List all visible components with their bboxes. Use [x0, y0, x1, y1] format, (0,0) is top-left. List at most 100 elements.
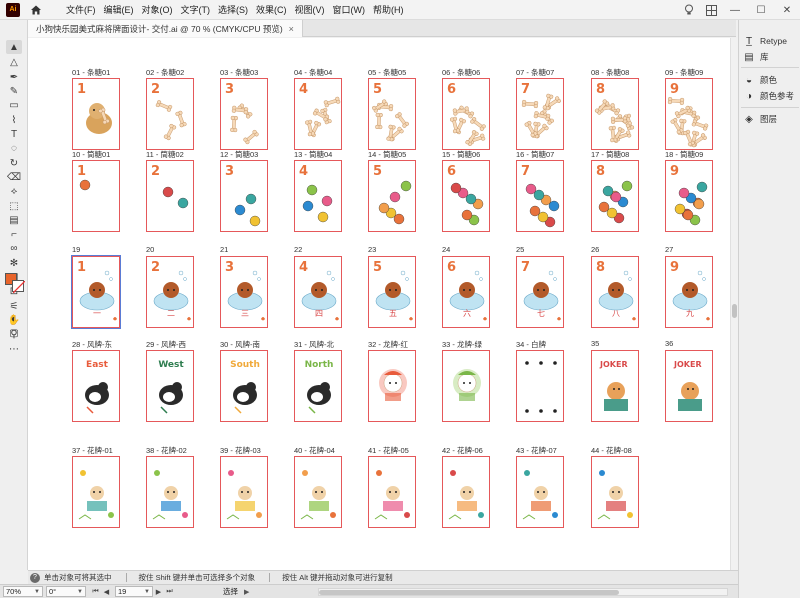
minimize-button[interactable]: — [722, 0, 748, 20]
mahjong-tile-artboard[interactable]: 7 [516, 160, 564, 232]
artboard-label[interactable]: 34 - 白牌 [516, 339, 546, 350]
mahjong-tile-artboard[interactable]: 九9 [665, 256, 713, 328]
mahjong-tile-artboard[interactable]: East [72, 350, 120, 422]
mahjong-tile-artboard[interactable]: 三3 [220, 256, 268, 328]
selection-tool-icon[interactable]: ▲ [6, 40, 22, 54]
menu-item[interactable]: 文字(T) [177, 0, 215, 20]
mahjong-tile-artboard[interactable]: North [294, 350, 342, 422]
edit-toolbar-icon[interactable]: ⋯ [6, 342, 22, 356]
mahjong-tile-artboard[interactable] [442, 456, 490, 528]
artboard-label[interactable]: 05 - 条糖05 [368, 67, 406, 78]
artboard-label[interactable]: 19 [72, 245, 80, 254]
artboard-label[interactable]: 14 - 筒糖05 [368, 149, 406, 160]
mahjong-tile-artboard[interactable]: 3 [220, 160, 268, 232]
mahjong-tile-artboard[interactable] [516, 456, 564, 528]
home-icon[interactable] [28, 2, 44, 18]
mahjong-tile-artboard[interactable]: 五5 [368, 256, 416, 328]
panel-color[interactable]: ◒ 颜色 [743, 74, 777, 86]
eyedropper-icon[interactable]: ⌐ [6, 227, 22, 241]
mahjong-tile-artboard[interactable]: 9 [665, 78, 713, 150]
blend-tool-icon[interactable]: ∞ [6, 241, 22, 255]
mahjong-tile-artboard[interactable]: 一1 [72, 256, 120, 328]
lightbulb-icon[interactable] [678, 0, 700, 20]
stroke-swatch[interactable] [12, 280, 25, 293]
artboard-label[interactable]: 25 [516, 245, 524, 254]
close-tab-icon[interactable]: × [289, 24, 294, 34]
artboard-label[interactable]: 16 - 筒糖07 [516, 149, 554, 160]
horizontal-scrollbar[interactable] [318, 588, 728, 596]
lasso-icon[interactable]: ◌ [6, 141, 22, 155]
gradient-tool-icon[interactable]: ▤ [6, 213, 22, 227]
artboard-label[interactable]: 31 - 风牌-北 [294, 339, 334, 350]
symbol-sprayer-icon[interactable]: ✻ [6, 256, 22, 270]
mahjong-tile-artboard[interactable]: JOKER [665, 350, 713, 422]
rotate-tool-icon[interactable]: ↻ [6, 156, 22, 170]
artboard-label[interactable]: 28 - 风牌-东 [72, 339, 112, 350]
menu-item[interactable]: 对象(O) [138, 0, 177, 20]
artboard-label[interactable]: 27 [665, 245, 673, 254]
artboard-label[interactable]: 11 - 筒糖02 [146, 149, 184, 160]
mahjong-tile-artboard[interactable]: 8 [591, 78, 639, 150]
artboard-label[interactable]: 18 - 筒糖09 [665, 149, 703, 160]
artboard-label[interactable]: 04 - 条糖04 [294, 67, 332, 78]
artboard-label[interactable]: 40 - 花牌-04 [294, 445, 335, 456]
artboard-label[interactable]: 17 - 筒糖08 [591, 149, 629, 160]
mahjong-tile-artboard[interactable] [72, 456, 120, 528]
artboard-label[interactable]: 35 [591, 339, 599, 348]
mahjong-tile-artboard[interactable]: JOKER [591, 350, 639, 422]
mahjong-tile-artboard[interactable] [368, 456, 416, 528]
artboard-label[interactable]: 23 [368, 245, 376, 254]
menu-item[interactable]: 编辑(E) [100, 0, 138, 20]
artboard-label[interactable]: 38 - 花牌-02 [146, 445, 187, 456]
mahjong-tile-artboard[interactable]: 二2 [146, 256, 194, 328]
fill-stroke-swatches[interactable] [5, 273, 25, 295]
mahjong-tile-artboard[interactable] [442, 350, 490, 422]
panel-libraries[interactable]: ▤ 库 [743, 51, 768, 63]
mahjong-tile-artboard[interactable]: South [220, 350, 268, 422]
artboard-label[interactable]: 03 - 条糖03 [220, 67, 258, 78]
artboard-label[interactable]: 24 [442, 245, 450, 254]
menu-item[interactable]: 帮助(H) [369, 0, 408, 20]
direct-selection-icon[interactable]: △ [6, 55, 22, 69]
mahjong-tile-artboard[interactable]: 5 [368, 78, 416, 150]
artboard-label[interactable]: 22 [294, 245, 302, 254]
mahjong-tile-artboard[interactable]: 六6 [442, 256, 490, 328]
menu-item[interactable]: 视图(V) [291, 0, 329, 20]
mahjong-tile-artboard[interactable]: 2 [146, 160, 194, 232]
artboard-label[interactable]: 44 - 花牌-08 [591, 445, 632, 456]
curvature-tool-icon[interactable]: ✎ [6, 84, 22, 98]
prev-artboard-icon[interactable]: ◀ [101, 586, 112, 597]
mahjong-tile-artboard[interactable]: 6 [442, 160, 490, 232]
artboard-label[interactable]: 30 - 风牌-南 [220, 339, 260, 350]
scroll-thumb[interactable] [732, 304, 737, 318]
artboard-label[interactable]: 21 [220, 245, 228, 254]
panel-retype[interactable]: T̲ Retype [743, 35, 787, 47]
scroll-thumb[interactable] [319, 590, 619, 595]
vertical-scrollbar[interactable] [730, 38, 738, 570]
mahjong-tile-artboard[interactable]: 7 [516, 78, 564, 150]
artboard-label[interactable]: 36 [665, 339, 673, 348]
menu-item[interactable]: 效果(C) [252, 0, 291, 20]
help-icon[interactable]: ? [30, 572, 40, 583]
first-artboard-icon[interactable]: ⏮ [90, 586, 101, 597]
mahjong-tile-artboard[interactable]: 3 [220, 78, 268, 150]
artboard-number-field[interactable]: 19 ▼ [115, 586, 153, 597]
mahjong-tile-artboard[interactable]: 6 [442, 78, 490, 150]
panel-layers[interactable]: ◈ 图层 [743, 113, 777, 125]
artboard-label[interactable]: 02 - 条糖02 [146, 67, 184, 78]
mahjong-tile-artboard[interactable]: 4 [294, 160, 342, 232]
artboard-label[interactable]: 01 - 条糖01 [72, 67, 110, 78]
maximize-button[interactable]: ☐ [748, 0, 774, 20]
mahjong-tile-artboard[interactable] [368, 350, 416, 422]
artboard-label[interactable]: 32 - 龙牌-红 [368, 339, 408, 350]
mahjong-tile-artboard[interactable]: 2 [146, 78, 194, 150]
zoom-field[interactable]: 70% ▼ [3, 586, 43, 597]
paintbrush-icon[interactable]: ⌇ [6, 113, 22, 127]
artboard-label[interactable]: 06 - 条糖06 [442, 67, 480, 78]
menu-item[interactable]: 文件(F) [62, 0, 100, 20]
artboard-label[interactable]: 15 - 筒糖06 [442, 149, 480, 160]
menu-item[interactable]: 窗口(W) [329, 0, 370, 20]
mahjong-tile-artboard[interactable]: 1 [72, 78, 120, 150]
mahjong-tile-artboard[interactable]: 8 [591, 160, 639, 232]
type-tool-icon[interactable]: T [6, 127, 22, 141]
